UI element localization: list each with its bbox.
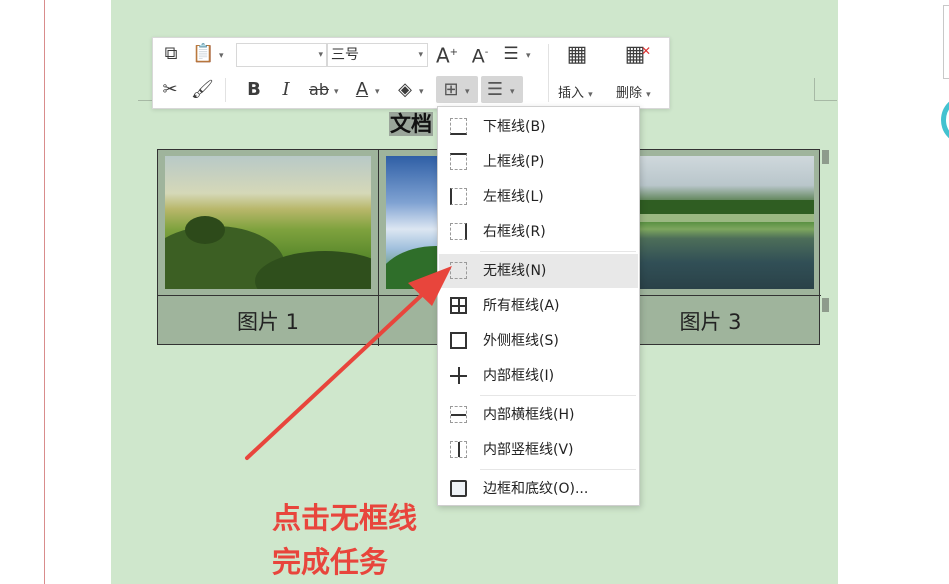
annotation-arrow <box>245 266 452 460</box>
annotation-text-line2: 完成任务 <box>272 545 389 579</box>
annotation-text-line1: 点击无框线 <box>272 501 418 535</box>
